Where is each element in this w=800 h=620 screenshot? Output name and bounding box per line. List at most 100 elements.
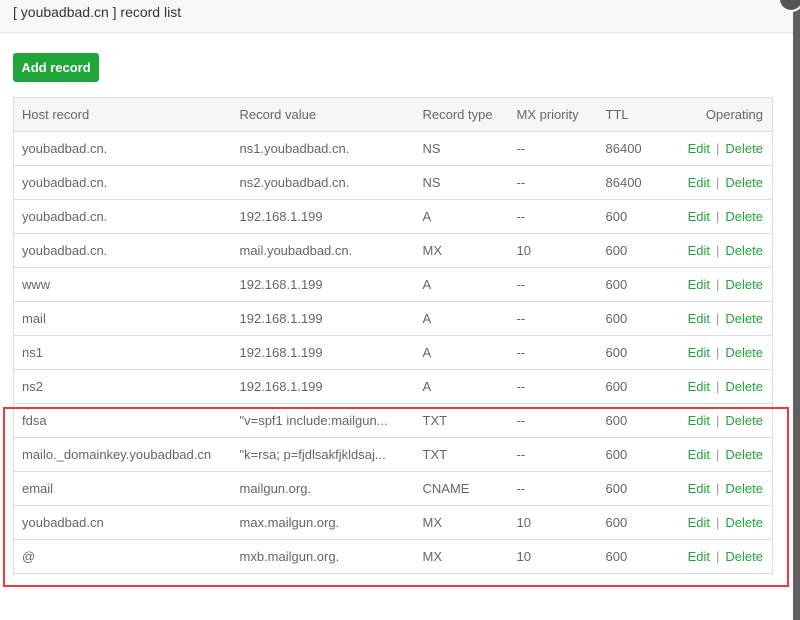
edit-link[interactable]: Edit xyxy=(688,413,710,428)
cell-ttl: 600 xyxy=(605,539,666,574)
table-row: youbadbad.cn. 192.168.1.199 A -- 600 Edit | Del… xyxy=(13,199,773,234)
table-row: youbadbad.cn. mail.youbadbad.cn. MX 10 600 Ed… xyxy=(13,233,773,268)
edit-link[interactable]: Edit xyxy=(688,311,710,326)
cell-value: "k=rsa; p=fjdlsakfjkldsaj... xyxy=(239,437,423,472)
cell-value: 192.168.1.199 xyxy=(239,267,423,302)
cell-type: CNAME xyxy=(422,471,517,506)
cell-value: 192.168.1.199 xyxy=(239,369,423,404)
separator: | xyxy=(716,447,720,462)
edit-link[interactable]: Edit xyxy=(688,447,710,462)
cell-mx: -- xyxy=(516,403,606,438)
cell-mx: 10 xyxy=(516,505,606,540)
cell-mx: -- xyxy=(516,369,606,404)
separator: | xyxy=(716,311,720,326)
cell-host: youbadbad.cn xyxy=(13,505,240,540)
delete-link[interactable]: Delete xyxy=(725,379,763,394)
cell-ttl: 600 xyxy=(605,369,666,404)
table-row: youbadbad.cn max.mailgun.org. MX 10 600 Edit |… xyxy=(13,505,773,540)
delete-link[interactable]: Delete xyxy=(725,141,763,156)
cell-value: 192.168.1.199 xyxy=(239,335,423,370)
separator: | xyxy=(716,141,720,156)
table-row: youbadbad.cn. ns1.youbadbad.cn. NS -- 86400 E… xyxy=(13,131,773,166)
cell-type: A xyxy=(422,267,517,302)
cell-operating: Edit | Delete xyxy=(665,199,773,234)
cell-value: mailgun.org. xyxy=(239,471,423,506)
cell-ttl: 600 xyxy=(605,437,666,472)
cell-mx: -- xyxy=(516,335,606,370)
cell-host: mailo._domainkey.youbadbad.cn xyxy=(13,437,240,472)
cell-type: A xyxy=(422,369,517,404)
edit-link[interactable]: Edit xyxy=(688,345,710,360)
cell-operating: Edit | Delete xyxy=(665,505,773,540)
delete-link[interactable]: Delete xyxy=(725,345,763,360)
cell-value: mail.youbadbad.cn. xyxy=(239,233,423,268)
table-row: mailo._domainkey.youbadbad.cn "k=rsa; p=f… xyxy=(13,437,773,472)
cell-value: ns2.youbadbad.cn. xyxy=(239,165,423,200)
edit-link[interactable]: Edit xyxy=(688,141,710,156)
delete-link[interactable]: Delete xyxy=(725,481,763,496)
cell-operating: Edit | Delete xyxy=(665,301,773,336)
cell-ttl: 600 xyxy=(605,505,666,540)
edit-link[interactable]: Edit xyxy=(688,243,710,258)
cell-ttl: 600 xyxy=(605,199,666,234)
col-value: Record value xyxy=(239,97,423,132)
cell-mx: 10 xyxy=(516,233,606,268)
edit-link[interactable]: Edit xyxy=(688,175,710,190)
separator: | xyxy=(716,243,720,258)
cell-type: MX xyxy=(422,505,517,540)
edit-link[interactable]: Edit xyxy=(688,379,710,394)
separator: | xyxy=(716,515,720,530)
cell-operating: Edit | Delete xyxy=(665,335,773,370)
separator: | xyxy=(716,413,720,428)
col-operating: Operating xyxy=(665,97,773,132)
separator: | xyxy=(716,209,720,224)
delete-link[interactable]: Delete xyxy=(725,175,763,190)
record-table: Host record Record value Record type MX … xyxy=(13,97,773,574)
delete-link[interactable]: Delete xyxy=(725,413,763,428)
cell-host: ns1 xyxy=(13,335,240,370)
table-row: mail 192.168.1.199 A -- 600 Edit | Delete xyxy=(13,301,773,336)
delete-link[interactable]: Delete xyxy=(725,311,763,326)
table-row: youbadbad.cn. ns2.youbadbad.cn. NS -- 86400 E… xyxy=(13,165,773,200)
cell-operating: Edit | Delete xyxy=(665,471,773,506)
cell-operating: Edit | Delete xyxy=(665,131,773,166)
table-row: fdsa "v=spf1 include:mailgun... TXT -- 600 Ed… xyxy=(13,403,773,438)
delete-link[interactable]: Delete xyxy=(725,209,763,224)
separator: | xyxy=(716,277,720,292)
delete-link[interactable]: Delete xyxy=(725,515,763,530)
cell-type: A xyxy=(422,301,517,336)
cell-type: NS xyxy=(422,165,517,200)
cell-value: "v=spf1 include:mailgun... xyxy=(239,403,423,438)
cell-mx: -- xyxy=(516,165,606,200)
table-row: ns1 192.168.1.199 A -- 600 Edit | Delete xyxy=(13,335,773,370)
cell-type: TXT xyxy=(422,437,517,472)
cell-value: mxb.mailgun.org. xyxy=(239,539,423,574)
edit-link[interactable]: Edit xyxy=(688,549,710,564)
col-type: Record type xyxy=(422,97,517,132)
delete-link[interactable]: Delete xyxy=(725,277,763,292)
cell-operating: Edit | Delete xyxy=(665,369,773,404)
cell-mx: 10 xyxy=(516,539,606,574)
edit-link[interactable]: Edit xyxy=(688,209,710,224)
delete-link[interactable]: Delete xyxy=(725,447,763,462)
delete-link[interactable]: Delete xyxy=(725,243,763,258)
cell-host: youbadbad.cn. xyxy=(13,165,240,200)
cell-host: youbadbad.cn. xyxy=(13,199,240,234)
cell-mx: -- xyxy=(516,267,606,302)
cell-operating: Edit | Delete xyxy=(665,539,773,574)
cell-operating: Edit | Delete xyxy=(665,267,773,302)
edit-link[interactable]: Edit xyxy=(688,481,710,496)
cell-type: MX xyxy=(422,539,517,574)
separator: | xyxy=(716,379,720,394)
table-row: ns2 192.168.1.199 A -- 600 Edit | Delete xyxy=(13,369,773,404)
cell-host: fdsa xyxy=(13,403,240,438)
edit-link[interactable]: Edit xyxy=(688,277,710,292)
cell-mx: -- xyxy=(516,471,606,506)
cell-ttl: 600 xyxy=(605,403,666,438)
cell-type: MX xyxy=(422,233,517,268)
delete-link[interactable]: Delete xyxy=(725,549,763,564)
cell-host: @ xyxy=(13,539,240,574)
add-record-button[interactable]: Add record xyxy=(13,53,99,82)
table-row: email mailgun.org. CNAME -- 600 Edit | Delete xyxy=(13,471,773,506)
edit-link[interactable]: Edit xyxy=(688,515,710,530)
